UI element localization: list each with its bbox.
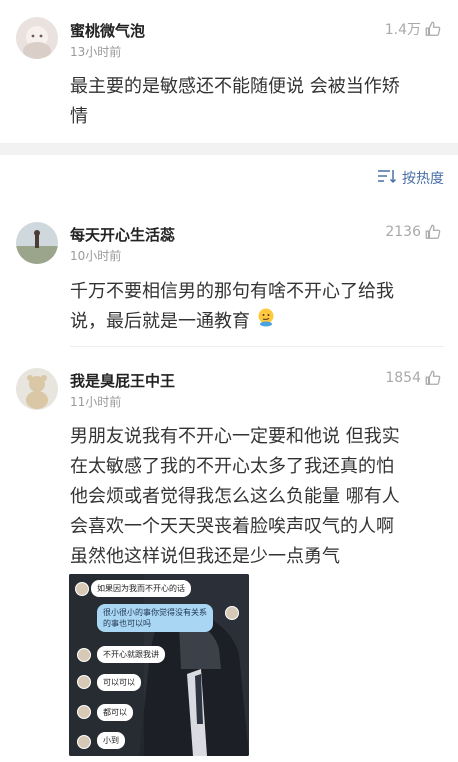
thumbs-up-icon <box>424 369 442 387</box>
comment-text-line: 他会烦或者觉得我怎么这么负能量 哪有人 <box>70 486 400 507</box>
chat-avatar <box>75 582 89 596</box>
like-count: 2136 <box>385 224 421 240</box>
comment-text-line: 千万不要相信男的那句有啥不开心了给我 <box>70 281 394 302</box>
top-comment: 蜜桃微气泡 13小时前 1.4万 最主要的是敏感还不能随便说 会被当作矫 情 <box>0 0 458 143</box>
comment-text-line: 虽然他这样说但我还是少一点勇气 <box>70 546 340 567</box>
like-count: 1854 <box>385 370 421 386</box>
comment-text-line: 最主要的是敏感还不能随便说 会被当作矫 <box>70 76 400 97</box>
thumbs-up-icon <box>424 223 442 241</box>
comment-text-line: 情 <box>70 106 88 127</box>
attached-image[interactable]: 如果因为我而不开心的话 很小很小的事你觉得没有关系 的事也可以吗 不开心就跟我讲… <box>69 574 249 756</box>
chat-bubble-line: 的事也可以吗 <box>103 619 151 628</box>
avatar[interactable] <box>16 368 58 410</box>
chat-bubble: 不开心就跟我讲 <box>97 646 165 663</box>
avatar[interactable] <box>16 17 58 59</box>
username[interactable]: 我是臭屁王中王 <box>70 370 175 391</box>
avatar[interactable] <box>16 222 58 264</box>
chat-bubble: 可以可以 <box>97 674 141 691</box>
photo-background <box>69 574 249 756</box>
chat-avatar <box>77 648 91 662</box>
comment-text-line: 男朋友说我有不开心一定要和他说 但我实 <box>70 426 400 447</box>
section-divider <box>0 143 458 155</box>
timestamp: 13小时前 <box>70 45 122 59</box>
comment-text-line: 会喜欢一个天天哭丧着脸唉声叹气的人啊 <box>70 516 394 537</box>
like-button[interactable]: 1.4万 <box>385 19 442 39</box>
thinking-face-emoji-icon <box>256 307 276 337</box>
chat-bubble: 小到 <box>97 732 125 749</box>
username[interactable]: 蜜桃微气泡 <box>70 20 145 41</box>
sort-label: 按热度 <box>402 171 444 187</box>
comment-item: 每天开心生活蕊 10小时前 2136 千万不要相信男的那句有啥不开心了给我 说，… <box>0 210 458 345</box>
sort-by-hot-button[interactable]: 按热度 <box>377 168 444 188</box>
chat-avatar <box>77 705 91 719</box>
thumbs-up-icon <box>424 20 442 38</box>
chat-avatar <box>225 606 239 620</box>
sort-icon <box>377 168 397 188</box>
chat-bubble-self: 很小很小的事你觉得没有关系 的事也可以吗 <box>97 604 213 632</box>
like-button[interactable]: 1854 <box>385 369 442 387</box>
timestamp: 11小时前 <box>70 395 122 409</box>
timestamp: 10小时前 <box>70 249 122 263</box>
comment-divider <box>70 346 444 347</box>
comment-text-line: 说，最后就是一通教育 <box>70 307 276 337</box>
username[interactable]: 每天开心生活蕊 <box>70 224 175 245</box>
chat-bubble: 如果因为我而不开心的话 <box>91 580 191 597</box>
comment-text-line: 在太敏感了我的不开心太多了我还真的怕 <box>70 456 394 477</box>
comment-text-span: 说，最后就是一通教育 <box>70 311 250 332</box>
chat-bubble: 都可以 <box>97 704 133 721</box>
chat-avatar <box>77 735 91 749</box>
chat-avatar <box>77 675 91 689</box>
like-button[interactable]: 2136 <box>385 223 442 241</box>
chat-bubble-line: 很小很小的事你觉得没有关系 <box>103 608 207 617</box>
like-count: 1.4万 <box>384 22 421 38</box>
